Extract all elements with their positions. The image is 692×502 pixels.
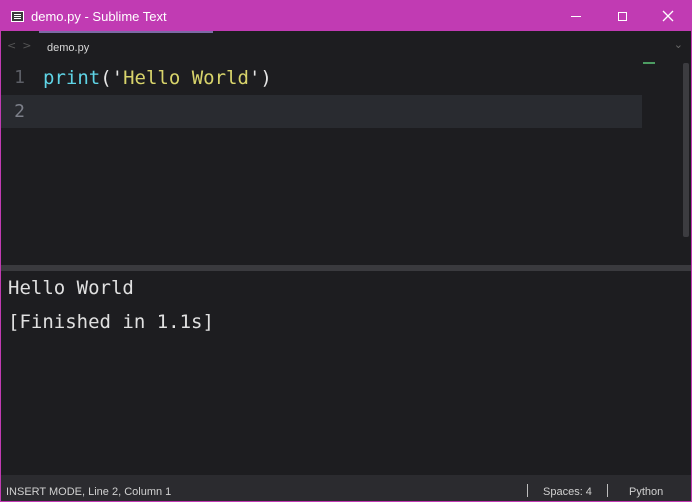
code-token-string: Hello World [123,66,249,89]
code-token-paren: ) [260,66,272,89]
status-separator [527,484,528,497]
code-line-current[interactable]: 2 [1,95,642,128]
output-line: [Finished in 1.1s] [8,311,214,333]
syntax-selector[interactable]: Python [629,486,663,498]
window-title: demo.py - Sublime Text [31,8,167,24]
code-editor[interactable]: 1 print('Hello World') 2 [1,59,691,265]
tab-bar: <> demo.py ⌄ [1,31,691,59]
output-line: Hello World [8,277,134,299]
maximize-icon [617,11,627,21]
code-token-quote: ' [248,66,261,89]
code-token-paren: ( [100,66,112,89]
maximize-button[interactable] [599,1,645,31]
tab-label: demo.py [47,42,90,54]
window-controls [553,1,691,31]
close-button[interactable] [645,1,691,31]
status-separator [607,484,608,497]
code-token-function: print [43,66,101,89]
close-icon [662,10,674,22]
vertical-scrollbar[interactable] [683,63,689,237]
sublime-app-icon[interactable] [11,10,24,22]
line-number: 2 [14,101,25,122]
line-number: 1 [14,67,25,88]
build-output-panel[interactable]: Hello World [Finished in 1.1s] [1,271,691,475]
status-mode-position: INSERT MODE, Line 2, Column 1 [6,486,172,498]
minimize-icon [571,15,581,17]
chevron-left-icon[interactable]: < [7,39,22,52]
sublime-window: demo.py - Sublime Text <> demo.py ⌄ 1 pr… [0,0,692,502]
indentation-selector[interactable]: Spaces: 4 [543,486,592,498]
title-bar[interactable]: demo.py - Sublime Text [1,1,691,31]
chevron-down-icon[interactable]: ⌄ [674,38,683,51]
tab-demo-py[interactable]: demo.py [39,31,213,58]
code-line[interactable]: 1 print('Hello World') [1,61,642,94]
chevron-right-icon[interactable]: > [22,39,37,52]
minimize-button[interactable] [553,1,599,31]
code-text: print('Hello World') [41,67,272,89]
tab-navigation: <> [7,39,37,52]
minimap-viewport[interactable] [643,62,655,64]
status-bar: INSERT MODE, Line 2, Column 1 Spaces: 4 … [1,475,691,501]
code-token-quote: ' [111,66,124,89]
